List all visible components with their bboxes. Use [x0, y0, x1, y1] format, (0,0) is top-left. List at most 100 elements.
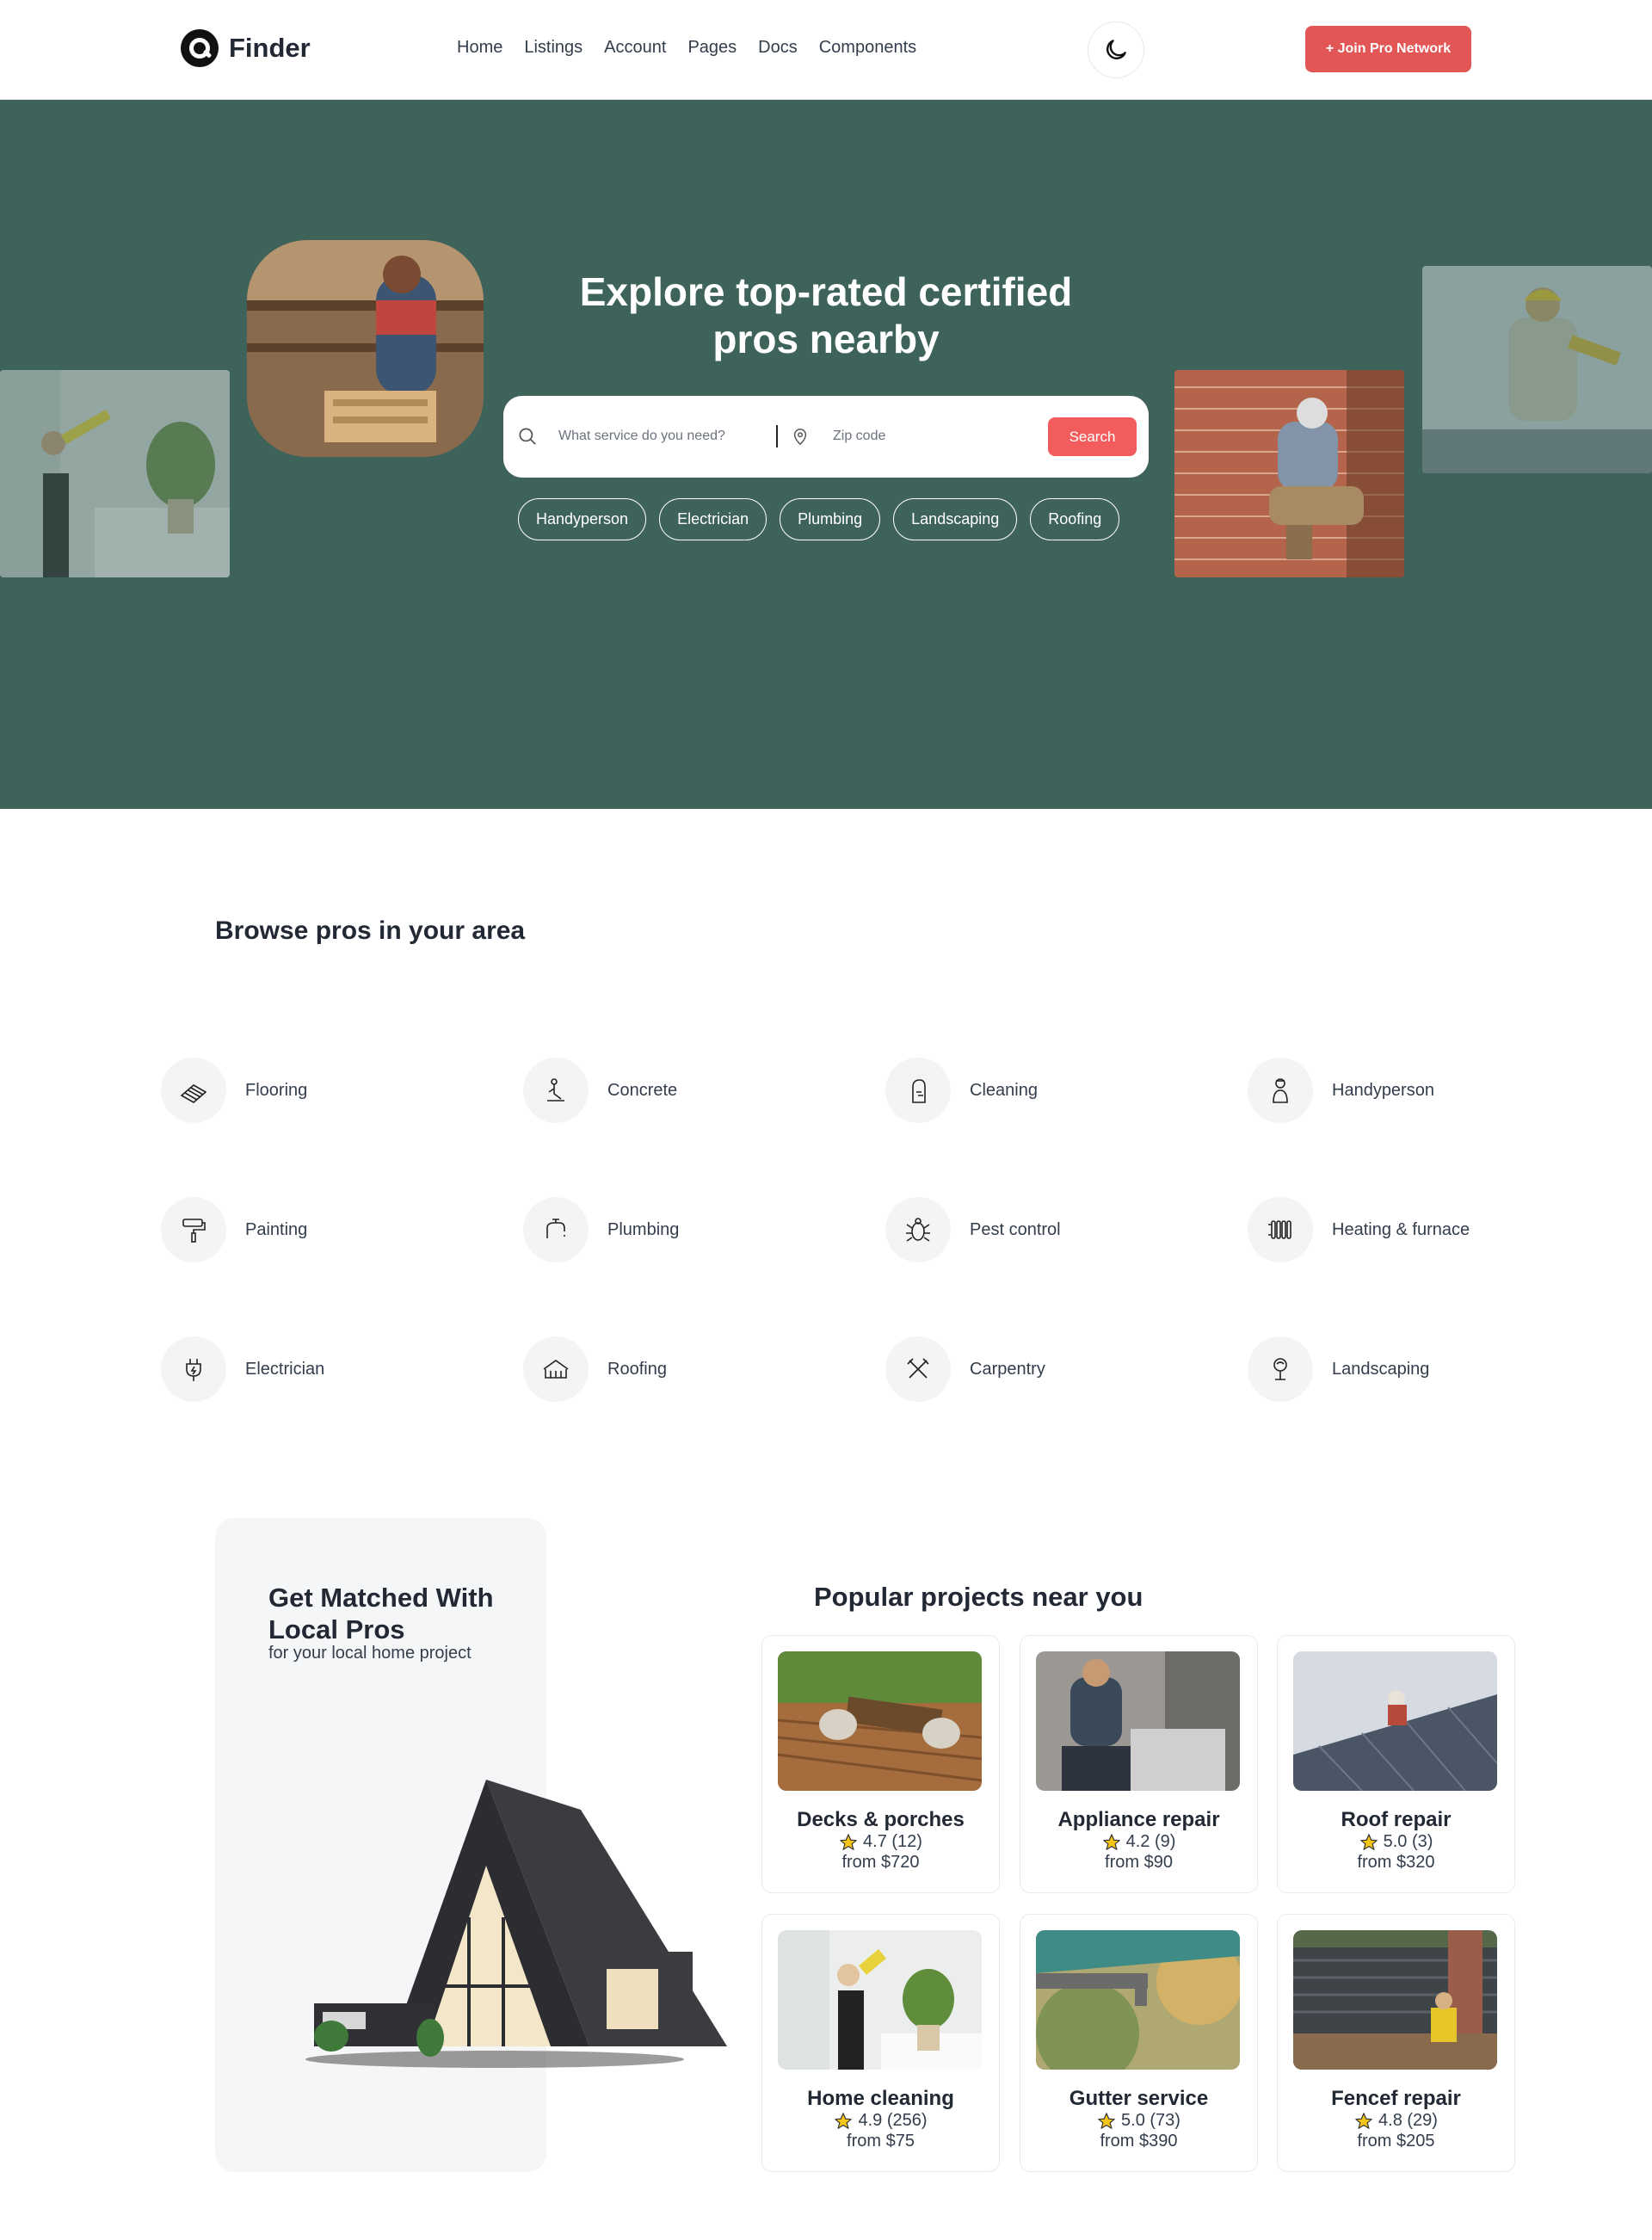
category-label: Landscaping — [1332, 1359, 1430, 1379]
plant-icon — [1248, 1336, 1313, 1402]
category-handyperson[interactable]: Handyperson — [1248, 1058, 1434, 1123]
rating-value: 4.8 (29) — [1378, 2111, 1438, 2130]
project-rating: 5.0 (3) — [1278, 1832, 1514, 1852]
zip-code-input[interactable] — [833, 422, 1005, 451]
roof-icon — [523, 1336, 589, 1402]
category-flooring[interactable]: Flooring — [161, 1058, 307, 1123]
project-image — [778, 1930, 982, 2070]
service-chips: Handyperson Electrician Plumbing Landsca… — [518, 498, 1120, 540]
hero-image-bricklayer — [1174, 370, 1404, 577]
join-pro-network-button[interactable]: + Join Pro Network — [1305, 26, 1471, 72]
brand-name: Finder — [229, 33, 311, 63]
category-label: Concrete — [607, 1080, 678, 1100]
nav-item-docs[interactable]: Docs — [758, 38, 798, 58]
nav-item-listings[interactable]: Listings — [524, 38, 583, 58]
project-image — [778, 1651, 982, 1791]
category-label: Heating & furnace — [1332, 1219, 1470, 1239]
project-price: from $320 — [1357, 1853, 1435, 1872]
star-icon — [1098, 2112, 1115, 2129]
plug-icon — [161, 1336, 226, 1402]
star-icon — [1359, 1833, 1378, 1850]
project-price: from $90 — [1105, 1853, 1173, 1872]
category-electrician[interactable]: Electrician — [161, 1336, 324, 1402]
theme-toggle-button[interactable] — [1088, 22, 1144, 78]
category-label: Pest control — [970, 1219, 1061, 1239]
cleaning-icon — [885, 1058, 951, 1123]
site-header: Finder Home Listings Account Pages Docs … — [0, 0, 1652, 100]
category-label: Plumbing — [607, 1219, 680, 1239]
search-bar: Search — [503, 396, 1149, 478]
category-label: Flooring — [245, 1080, 308, 1100]
project-card-roof[interactable]: Roof repair 5.0 (3) from $320 — [1277, 1635, 1515, 1893]
search-button[interactable]: Search — [1048, 417, 1137, 456]
rating-value: 4.9 (256) — [858, 2111, 928, 2130]
hero-image-cleaner — [0, 370, 230, 577]
rating-value: 4.2 (9) — [1125, 1832, 1176, 1851]
hero-image-woodworker — [247, 240, 484, 457]
project-rating: 4.2 (9) — [1020, 1832, 1257, 1852]
hero-title: Explore top-rated certified pros nearby — [579, 269, 1073, 361]
concrete-icon — [523, 1058, 589, 1123]
category-label: Electrician — [245, 1359, 325, 1379]
nav-item-components[interactable]: Components — [819, 38, 916, 58]
match-subtitle: for your local home project — [268, 1644, 472, 1663]
project-rating: 4.7 (12) — [762, 1832, 999, 1852]
category-pest-control[interactable]: Pest control — [885, 1197, 1061, 1262]
chip-handyperson[interactable]: Handyperson — [518, 498, 647, 540]
faucet-icon — [523, 1197, 589, 1262]
category-painting[interactable]: Painting — [161, 1197, 307, 1262]
rating-value: 5.0 (73) — [1121, 2111, 1180, 2130]
project-image — [1293, 1930, 1497, 2070]
project-card-fence[interactable]: Fencef repair 4.8 (29) from $205 — [1277, 1914, 1515, 2172]
project-image — [1036, 1930, 1240, 2070]
category-label: Roofing — [607, 1359, 667, 1379]
service-search-input[interactable] — [558, 422, 756, 451]
category-label: Carpentry — [970, 1359, 1045, 1379]
nav-item-account[interactable]: Account — [604, 38, 666, 58]
chip-roofing[interactable]: Roofing — [1030, 498, 1120, 540]
hero-section: Explore top-rated certified pros nearby … — [0, 100, 1652, 809]
brand-logo[interactable]: Finder — [181, 29, 311, 67]
project-card-decks[interactable]: Decks & porches 4.7 (12) from $720 — [761, 1635, 1000, 1893]
project-image — [1036, 1651, 1240, 1791]
category-landscaping[interactable]: Landscaping — [1248, 1336, 1429, 1402]
category-carpentry[interactable]: Carpentry — [885, 1336, 1045, 1402]
category-plumbing[interactable]: Plumbing — [523, 1197, 679, 1262]
moon-icon — [1106, 40, 1126, 59]
tools-icon — [885, 1336, 951, 1402]
project-rating: 4.8 (29) — [1278, 2111, 1514, 2131]
nav-item-home[interactable]: Home — [457, 38, 502, 58]
search-divider — [776, 425, 778, 447]
hero-image-worker — [1422, 266, 1652, 473]
flooring-icon — [161, 1058, 226, 1123]
project-card-appliance[interactable]: Appliance repair 4.2 (9) from $90 — [1020, 1635, 1258, 1893]
project-price: from $75 — [847, 2132, 915, 2151]
project-card-gutter[interactable]: Gutter service 5.0 (73) from $390 — [1020, 1914, 1258, 2172]
category-cleaning[interactable]: Cleaning — [885, 1058, 1038, 1123]
category-label: Handyperson — [1332, 1080, 1434, 1100]
category-heating[interactable]: Heating & furnace — [1248, 1197, 1470, 1262]
project-image — [1293, 1651, 1497, 1791]
chip-landscaping[interactable]: Landscaping — [893, 498, 1018, 540]
project-name: Gutter service — [1069, 2087, 1209, 2110]
project-price: from $205 — [1357, 2132, 1435, 2151]
projects-title: Popular projects near you — [814, 1582, 1143, 1612]
paint-roller-icon — [161, 1197, 226, 1262]
bug-icon — [885, 1197, 951, 1262]
nav-item-pages[interactable]: Pages — [687, 38, 737, 58]
star-icon — [1355, 2112, 1372, 2129]
handyperson-icon — [1248, 1058, 1313, 1123]
match-title: Get Matched With Local Pros — [268, 1583, 494, 1645]
rating-value: 4.7 (12) — [863, 1832, 922, 1851]
project-name: Appliance repair — [1057, 1808, 1220, 1831]
project-name: Home cleaning — [807, 2087, 954, 2110]
category-label: Painting — [245, 1219, 308, 1239]
house-illustration — [305, 1780, 727, 2068]
category-roofing[interactable]: Roofing — [523, 1336, 667, 1402]
browse-title: Browse pros in your area — [215, 916, 526, 945]
project-card-cleaning[interactable]: Home cleaning 4.9 (256) from $75 — [761, 1914, 1000, 2172]
chip-electrician[interactable]: Electrician — [659, 498, 767, 540]
category-concrete[interactable]: Concrete — [523, 1058, 677, 1123]
chip-plumbing[interactable]: Plumbing — [780, 498, 881, 540]
project-name: Decks & porches — [797, 1808, 965, 1831]
